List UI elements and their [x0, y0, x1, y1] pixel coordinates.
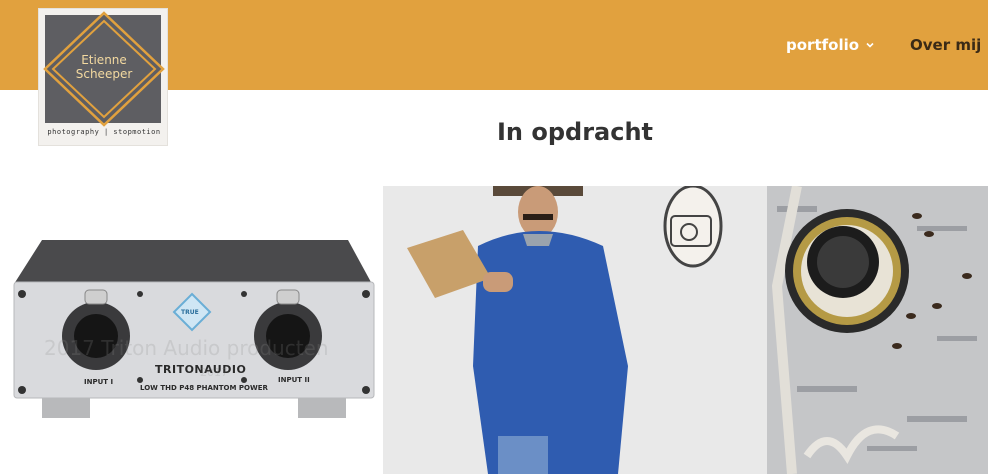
logo-name-last: Scheeper	[75, 67, 133, 81]
product-input2-label: INPUT II	[278, 376, 310, 384]
product-badge-label: TRUE	[181, 309, 199, 316]
tile-subcaption: 2017	[200, 366, 228, 379]
portfolio-tile[interactable]	[383, 186, 767, 474]
logo-name-first: Etienne	[81, 53, 127, 67]
product-panel-label: LOW THD P48 PHANTOM POWER	[140, 384, 268, 392]
portrait-photo	[383, 186, 767, 474]
nav-item-over-mij-label: Over mij	[910, 36, 982, 54]
portfolio-tile[interactable]: TRITONAUDIO INPUT I INPUT II LOW THD P48…	[0, 186, 383, 474]
coffee-photo	[767, 186, 988, 474]
chevron-down-icon	[866, 42, 874, 48]
nav-item-over-mij[interactable]: Over mij	[910, 34, 981, 56]
product-photo	[13, 240, 375, 418]
page-title: In opdracht	[496, 118, 654, 146]
nav-item-portfolio-label: portfolio	[786, 36, 860, 54]
portfolio-tile[interactable]	[767, 186, 988, 474]
tile-caption: 2017 Triton Audio producten	[44, 336, 329, 360]
nav-item-portfolio[interactable]: portfolio	[786, 34, 875, 56]
product-input1-label: INPUT I	[84, 378, 114, 386]
